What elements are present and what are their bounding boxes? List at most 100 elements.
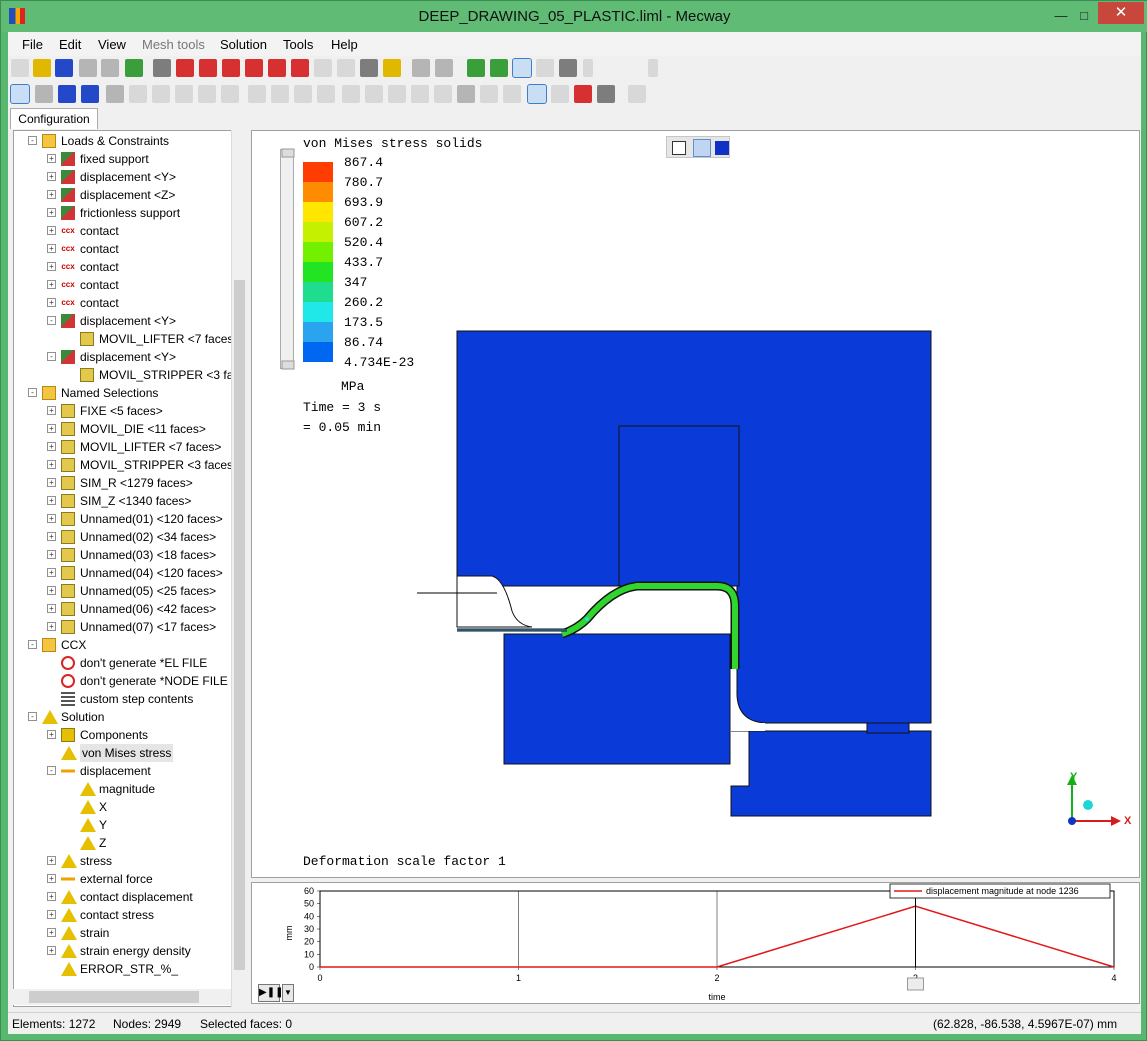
expand-icon[interactable]: + (47, 154, 56, 163)
tree-item[interactable]: + contact displacement (14, 888, 242, 906)
sweep-icon[interactable] (365, 85, 383, 103)
surface-icon[interactable] (467, 59, 485, 77)
scroll-thumb-horizontal[interactable] (29, 991, 199, 1003)
menu-view[interactable]: View (98, 37, 126, 52)
expand-icon[interactable]: + (47, 280, 56, 289)
tree-item[interactable]: + displacement <Z> (14, 186, 242, 204)
tree-item[interactable]: don't generate *NODE FILE (14, 672, 242, 690)
table-icon[interactable] (628, 85, 646, 103)
redo-icon[interactable] (101, 59, 119, 77)
expand-icon[interactable]: + (47, 568, 56, 577)
scatter-icon[interactable] (434, 85, 452, 103)
tree-item[interactable]: - displacement <Y> (14, 312, 242, 330)
tree-item[interactable]: + MOVIL_STRIPPER <3 faces> (14, 456, 242, 474)
collapse-icon[interactable]: - (28, 712, 37, 721)
tree-item[interactable]: Z (14, 834, 242, 852)
tree-item[interactable]: + fixed support (14, 150, 242, 168)
tree-item[interactable]: + ccx contact (14, 258, 242, 276)
wireframe-icon[interactable] (536, 59, 554, 77)
pan-icon[interactable] (383, 59, 401, 77)
view-right-icon[interactable] (245, 59, 263, 77)
select-node-icon[interactable] (35, 85, 53, 103)
expand-icon[interactable]: + (47, 604, 56, 613)
twist-icon[interactable] (411, 85, 429, 103)
extrude-icon[interactable] (221, 85, 239, 103)
menu-file[interactable]: File (22, 37, 43, 52)
tree-item[interactable]: MOVIL_LIFTER <7 faces> (14, 330, 242, 348)
transform-icon[interactable] (457, 85, 475, 103)
view-top-icon[interactable] (268, 59, 286, 77)
deformed-shape-icon[interactable] (527, 84, 547, 104)
expand-icon[interactable]: + (47, 856, 56, 865)
expand-icon[interactable]: + (47, 514, 56, 523)
menu-mesh-tools[interactable]: Mesh tools (142, 37, 205, 52)
save-icon[interactable] (55, 59, 73, 77)
expand-icon[interactable]: + (47, 892, 56, 901)
animation-icon[interactable] (597, 85, 615, 103)
tree-item[interactable]: + MOVIL_LIFTER <7 faces> (14, 438, 242, 456)
expand-icon[interactable]: + (47, 928, 56, 937)
expand-icon[interactable]: + (47, 262, 56, 271)
expand-icon[interactable]: + (47, 532, 56, 541)
tree-item[interactable]: + Unnamed(07) <17 faces> (14, 618, 242, 636)
zoom-icon[interactable] (337, 59, 355, 77)
view-iso-icon[interactable] (153, 59, 171, 77)
tree-item[interactable]: + FIXE <5 faces> (14, 402, 242, 420)
expand-icon[interactable]: + (47, 226, 56, 235)
tree-item[interactable]: + frictionless support (14, 204, 242, 222)
triangle-icon[interactable] (480, 85, 498, 103)
menu-help[interactable]: Help (331, 37, 358, 52)
maximize-button[interactable]: □ (1072, 7, 1096, 25)
undo-icon[interactable] (79, 59, 97, 77)
move-icon[interactable] (271, 85, 289, 103)
expand-icon[interactable]: + (47, 190, 56, 199)
tree-vertical-scrollbar[interactable] (231, 130, 246, 1007)
tree-item[interactable]: don't generate *EL FILE (14, 654, 242, 672)
menu-edit[interactable]: Edit (59, 37, 81, 52)
mesh-icon[interactable] (559, 59, 577, 77)
mirror-icon[interactable] (294, 85, 312, 103)
collapse-icon[interactable]: - (47, 352, 56, 361)
view-front-icon[interactable] (176, 59, 194, 77)
tree-item[interactable]: X (14, 798, 242, 816)
contour-icon[interactable] (574, 85, 592, 103)
tree-item[interactable]: - displacement <Y> (14, 348, 242, 366)
tree-item[interactable]: + Unnamed(06) <42 faces> (14, 600, 242, 618)
tree-item[interactable]: + Unnamed(04) <120 faces> (14, 564, 242, 582)
tree-item[interactable]: Y (14, 816, 242, 834)
expand-icon[interactable]: + (47, 406, 56, 415)
layer-icon[interactable] (490, 59, 508, 77)
expand-icon[interactable]: + (47, 442, 56, 451)
tree-item[interactable]: von Mises stress (14, 744, 242, 762)
copy-icon[interactable] (317, 85, 335, 103)
expand-icon[interactable]: + (47, 730, 56, 739)
hide-icon[interactable] (412, 59, 430, 77)
view-bottom-icon[interactable] (291, 59, 309, 77)
triangle-outline-icon[interactable] (503, 85, 521, 103)
expand-icon[interactable]: + (47, 208, 56, 217)
select-cursor-icon[interactable] (10, 84, 30, 104)
menu-solution[interactable]: Solution (220, 37, 267, 52)
tree-item[interactable]: + displacement <Y> (14, 168, 242, 186)
tree-horizontal-scrollbar[interactable] (13, 989, 231, 1005)
tree-item[interactable]: + Unnamed(02) <34 faces> (14, 528, 242, 546)
expand-icon[interactable]: + (47, 874, 56, 883)
shaded-icon[interactable] (512, 58, 532, 78)
minimize-button[interactable]: — (1049, 7, 1073, 25)
time-history-plot[interactable]: 012340102030405060timemmdisplacement mag… (251, 882, 1140, 1004)
expand-icon[interactable]: + (47, 478, 56, 487)
expand-icon[interactable]: + (47, 550, 56, 559)
refine-icon[interactable] (342, 85, 360, 103)
model-viewport[interactable]: von Mises stress solids 867.4 780.7 693.9 6… (251, 130, 1140, 878)
expand-icon[interactable]: + (47, 586, 56, 595)
tree-item[interactable]: - Loads & Constraints (14, 132, 242, 150)
collapse-icon[interactable]: - (47, 766, 56, 775)
merge-icon[interactable] (248, 85, 266, 103)
tree-item[interactable]: - displacement (14, 762, 242, 780)
box-icon[interactable] (129, 85, 147, 103)
tree-item[interactable]: + Unnamed(01) <120 faces> (14, 510, 242, 528)
expand-icon[interactable]: + (47, 946, 56, 955)
collapse-icon[interactable]: - (47, 316, 56, 325)
close-button[interactable]: ✕ (1098, 2, 1144, 24)
tree-item[interactable]: + SIM_R <1279 faces> (14, 474, 242, 492)
